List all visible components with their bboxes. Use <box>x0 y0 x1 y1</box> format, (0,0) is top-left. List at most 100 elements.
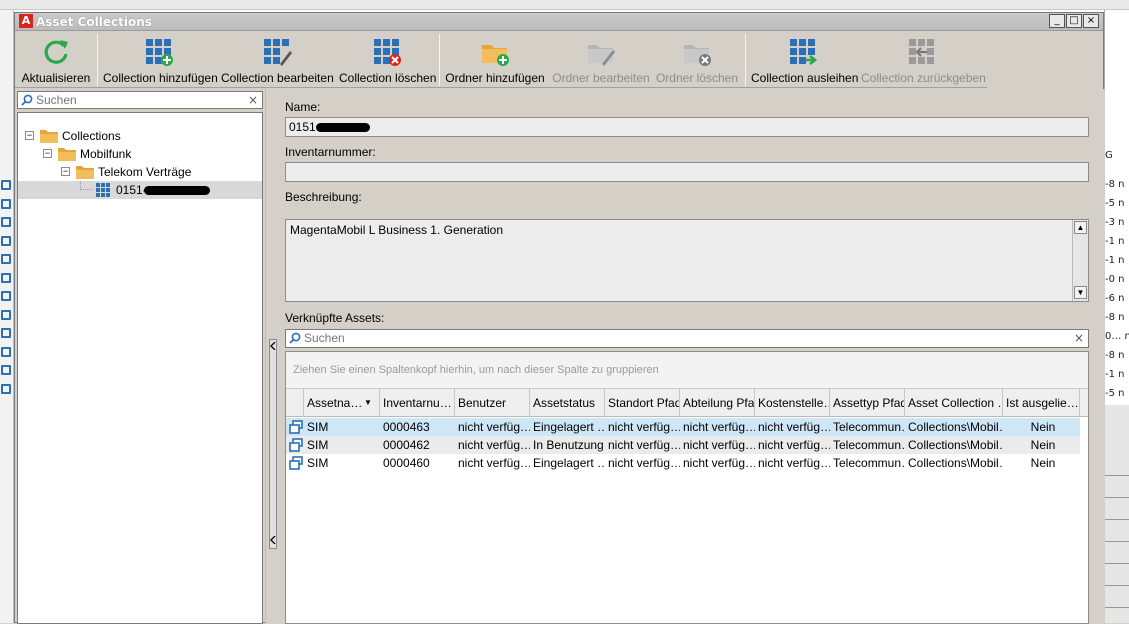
toolbar-button-label: Ordner löschen <box>655 71 739 85</box>
folder-icon <box>40 130 58 143</box>
background-cell: -5 n <box>1105 388 1125 399</box>
grid-return-icon <box>909 39 934 64</box>
background-divider <box>1105 585 1129 586</box>
background-divider <box>1105 519 1129 520</box>
background-row-icon <box>1 309 11 320</box>
cell-location: nicht verfüg… <box>608 456 680 470</box>
background-row-icon <box>1 365 11 375</box>
header-cell[interactable]: Assetstatus <box>530 389 605 417</box>
lend-collection-button[interactable]: Collection ausleihen <box>751 32 858 88</box>
table-row[interactable]: SIM 0000463 nicht verfüg… Eingelagert … … <box>286 418 1080 436</box>
refresh-icon <box>44 40 68 64</box>
background-row-icon <box>1 291 11 301</box>
grid-header: Assetna… ▼ Inventarnu… Benutzer Assetstat… <box>286 389 1088 417</box>
grid-delete-icon <box>374 39 401 66</box>
add-collection-button[interactable]: Collection hinzufügen <box>103 32 218 88</box>
cell-cost-center: nicht verfüg… <box>758 420 830 434</box>
background-row-icon <box>1 328 11 338</box>
header-cell[interactable]: Benutzer <box>455 389 530 417</box>
table-row[interactable]: SIM 0000462 nicht verfüg… In Benutzung n… <box>286 436 1080 454</box>
toolbar-separator <box>97 34 98 86</box>
group-by-drop-area[interactable]: Ziehen Sie einen Spaltenkopf hierhin, um… <box>286 352 1088 389</box>
collapse-icon[interactable]: − <box>43 149 52 158</box>
header-cell[interactable]: Standort Pfad <box>605 389 680 417</box>
cell-lent: Nein <box>1030 420 1056 434</box>
asset-search-input[interactable] <box>304 330 504 346</box>
maximize-button[interactable]: □ <box>1066 14 1082 28</box>
cell-location: nicht verfüg… <box>608 438 680 452</box>
background-divider <box>1105 541 1129 542</box>
header-cell[interactable]: Abteilung Pfad <box>680 389 755 417</box>
cell-collection: Collections\Mobil… <box>908 438 1003 452</box>
description-field[interactable]: MagentaMobil L Business 1. Generation ▲ … <box>285 219 1089 302</box>
close-button[interactable]: × <box>1083 14 1099 28</box>
background-divider <box>1105 563 1129 564</box>
cell-department: nicht verfüg… <box>683 456 755 470</box>
background-cell: -0 n <box>1105 274 1125 285</box>
grid-edit-icon <box>264 39 292 66</box>
collection-tree[interactable]: − Collections − Mobilfunk − Telekom Vert… <box>17 112 263 624</box>
edit-folder-button[interactable]: Ordner bearbeiten <box>551 32 651 88</box>
header-cell[interactable]: Asset Collection … <box>905 389 1003 417</box>
name-field[interactable]: 0151- <box>285 117 1089 137</box>
header-cell[interactable]: Ist ausgelie… <box>1003 389 1080 417</box>
folder-icon <box>58 148 76 161</box>
add-folder-button[interactable]: Ordner hinzufügen <box>445 32 545 88</box>
asset-search-box[interactable]: × <box>285 329 1089 348</box>
cell-location: nicht verfüg… <box>608 420 680 434</box>
toolbar-button-label: Ordner bearbeiten <box>552 71 650 85</box>
background-row-icon <box>1 217 11 227</box>
inventory-number-label: Inventarnummer: <box>285 145 376 159</box>
background-divider <box>1105 475 1129 476</box>
toolbar: Aktualisieren Collection hinzufügen Coll… <box>15 32 987 88</box>
cell-status: Eingelagert … <box>533 456 605 470</box>
toolbar-button-label: Aktualisieren <box>21 71 91 85</box>
asset-search-clear-icon[interactable]: × <box>1074 331 1084 345</box>
background-right-strip: G -8 n -5 n -3 n -1 n -1 n -0 n -6 n -8 n 0… n -8… <box>1104 10 1129 623</box>
cell-asset-type: Telecommun… <box>833 456 905 470</box>
cell-asset-type: Telecommun… <box>833 420 905 434</box>
background-cell: -3 n <box>1105 217 1125 228</box>
header-label: Assetna… <box>307 396 363 410</box>
grid-add-icon <box>146 39 173 66</box>
scroll-up-arrow-icon[interactable]: ▲ <box>1074 221 1087 234</box>
cell-lent: Nein <box>1030 438 1056 452</box>
tree-search-input[interactable] <box>36 92 236 108</box>
toolbar-button-label: Collection löschen <box>339 71 437 85</box>
background-row-icon <box>1 254 11 264</box>
description-scrollbar[interactable]: ▲ ▼ <box>1072 220 1088 301</box>
toolbar-button-label: Collection hinzufügen <box>103 71 218 85</box>
header-cell[interactable]: Assetna… ▼ <box>304 389 380 417</box>
header-cell[interactable]: Assettyp Pfad <box>830 389 905 417</box>
chevron-left-icon <box>270 342 276 350</box>
folder-icon <box>76 166 94 179</box>
collapse-icon[interactable]: − <box>61 167 70 176</box>
panel-splitter[interactable] <box>265 89 279 624</box>
background-cell: 0… n <box>1105 331 1129 342</box>
header-cell[interactable]: Inventarnu… <box>380 389 455 417</box>
return-collection-button[interactable]: Collection zurückgeben <box>861 32 986 88</box>
collapse-icon[interactable]: − <box>25 131 34 140</box>
background-cell: -1 n <box>1105 236 1125 247</box>
tree-search-box[interactable]: × <box>17 91 263 109</box>
search-icon <box>289 332 301 344</box>
scroll-down-arrow-icon[interactable]: ▼ <box>1074 286 1087 299</box>
tree-item-collection-0151[interactable]: 0151- <box>80 181 260 199</box>
title-bar[interactable]: A Asset Collections _ □ × <box>15 13 1103 31</box>
cell-department: nicht verfüg… <box>683 438 755 452</box>
description-label: Beschreibung: <box>285 190 362 204</box>
edit-collection-button[interactable]: Collection bearbeiten <box>221 32 334 88</box>
delete-folder-button[interactable]: Ordner löschen <box>655 32 739 88</box>
table-row[interactable]: SIM 0000460 nicht verfüg… Eingelagert … … <box>286 454 1080 472</box>
inventory-number-field[interactable] <box>285 162 1089 182</box>
header-cell[interactable]: Kostenstelle… <box>755 389 830 417</box>
delete-collection-button[interactable]: Collection löschen <box>339 32 437 88</box>
toolbar-button-label: Collection zurückgeben <box>861 71 986 85</box>
tree-search-clear-icon[interactable]: × <box>248 93 258 107</box>
background-row-icon <box>1 180 11 190</box>
collapse-panel-button[interactable] <box>269 339 277 549</box>
cell-asset-type: Telecommun… <box>833 438 905 452</box>
minimize-button[interactable]: _ <box>1049 14 1065 28</box>
refresh-button[interactable]: Aktualisieren <box>17 32 95 88</box>
tree-connector <box>80 181 92 190</box>
